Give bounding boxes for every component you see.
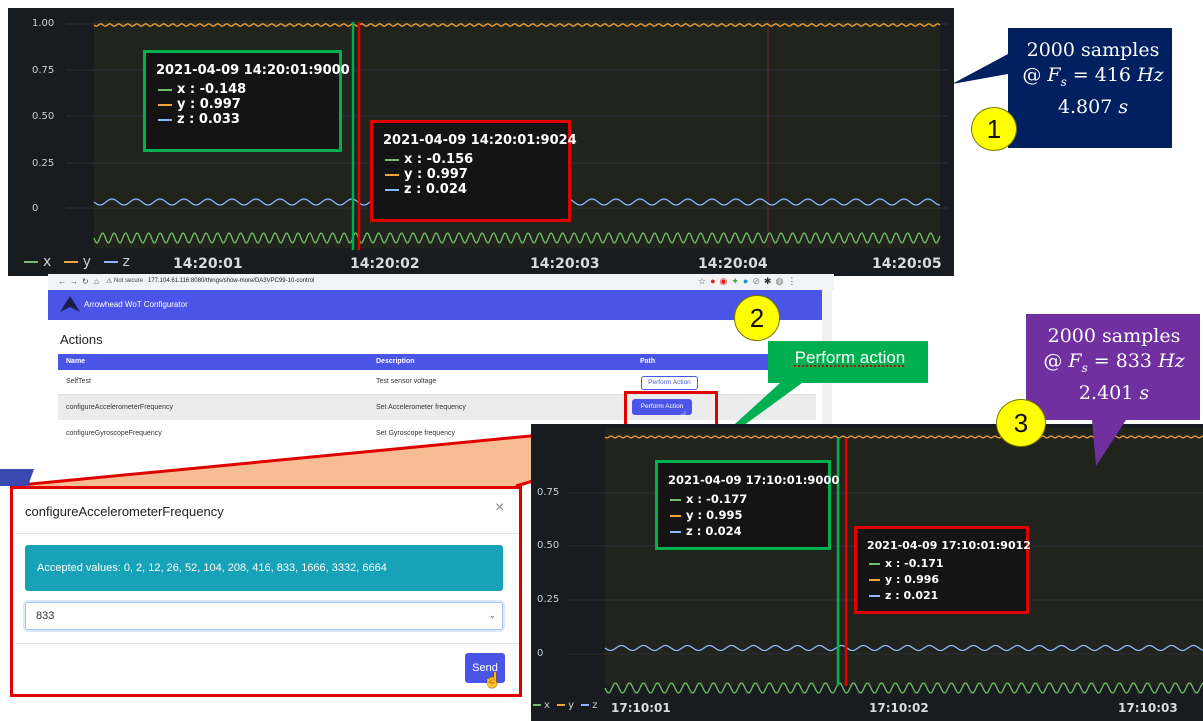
chart2-tooltip-a: 2021-04-09 17:10:01:9000 x : -0.177 y : … [655, 460, 840, 550]
chart2-tooltip-b: 2021-04-09 17:10:01:9012 x : -0.171 y : … [854, 526, 1031, 614]
legend-x[interactable]: x [533, 700, 550, 711]
callout2-perform-action: Perform action [794, 348, 906, 367]
x-tick: 17:10:03 [1118, 701, 1178, 715]
tooltip-z-value: 0.024 [705, 524, 742, 538]
y-tick: 0.25 [537, 594, 560, 605]
cursor-hand-icon: ☝ [483, 672, 502, 689]
tooltip-x-value: -0.171 [904, 557, 944, 570]
legend-z[interactable]: z [581, 700, 597, 711]
callout3-samples-833hz: 2000 samples @ Fs = 833 Hz 2.401 s [1043, 325, 1185, 404]
step-badge-3: 3 [996, 399, 1046, 447]
chevron-down-icon: ⌄ [488, 610, 496, 620]
modal-divider [13, 643, 519, 644]
modal-title: configureAccelerometerFrequency [25, 504, 224, 519]
x-tick: 17:10:02 [869, 701, 929, 715]
tooltip-y-value: 0.995 [706, 508, 743, 522]
frequency-select[interactable]: 833 ⌄ [25, 602, 503, 630]
tooltip-timestamp: 2021-04-09 17:10:01:9000 [668, 473, 840, 487]
y-tick: 0.75 [537, 487, 560, 498]
tooltip-x-value: -0.177 [706, 492, 748, 506]
tooltip-z-value: 0.021 [903, 589, 939, 602]
y-tick: 0 [537, 648, 544, 659]
configure-modal: configureAccelerometerFrequency × Accept… [10, 486, 522, 697]
modal-divider [13, 533, 519, 534]
tooltip-timestamp: 2021-04-09 17:10:01:9012 [867, 539, 1031, 552]
step-badge-2: 2 [734, 295, 780, 341]
y-tick: 0.50 [537, 540, 560, 551]
legend-y[interactable]: y [557, 700, 574, 711]
x-tick: 17:10:01 [611, 701, 671, 715]
tooltip-y-value: 0.996 [904, 573, 940, 586]
chart2-legend: x y z [533, 700, 597, 711]
accepted-values-info: Accepted values: 0, 2, 12, 26, 52, 104, … [25, 545, 503, 591]
close-icon[interactable]: × [495, 499, 504, 517]
